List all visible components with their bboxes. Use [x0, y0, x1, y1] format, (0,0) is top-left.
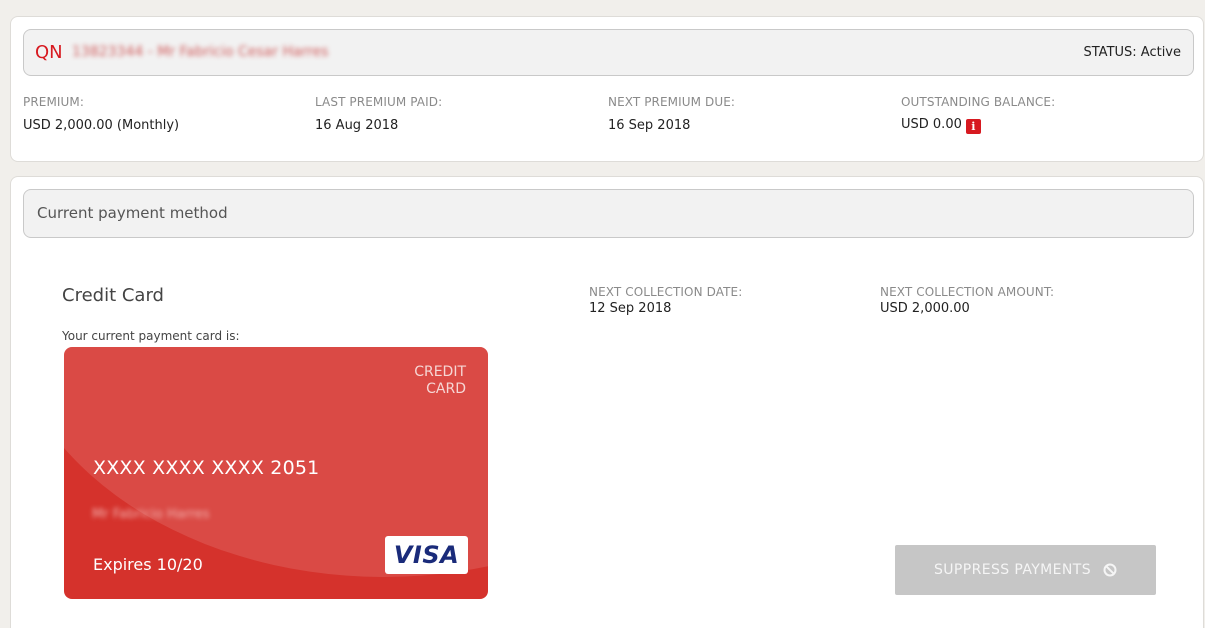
policy-number-redacted: 13823344 - Mr Fabricio Cesar Harres [72, 44, 329, 60]
payment-method-panel: Current payment method Credit Card Your … [10, 176, 1204, 628]
card-intro-text: Your current payment card is: [62, 329, 240, 343]
next-premium-due-value: 16 Sep 2018 [608, 118, 691, 133]
suppress-payments-label: SUPPRESS PAYMENTS [933, 562, 1092, 578]
payment-method-title: Current payment method [37, 204, 228, 222]
next-collection-date-label: NEXT COLLECTION DATE: [589, 285, 743, 299]
credit-card-graphic: CREDIT CARD XXXX XXXX XXXX 2051 Mr Fabri… [64, 347, 488, 599]
premium-value: USD 2,000.00 (Monthly) [23, 118, 180, 133]
last-premium-paid-value: 16 Aug 2018 [315, 118, 399, 133]
card-holder-redacted: Mr Fabricio Harres [92, 507, 210, 522]
next-premium-due-label: NEXT PREMIUM DUE: [608, 95, 736, 109]
card-type-line1: CREDIT [414, 364, 466, 380]
policy-header-bar: QN 13823344 - Mr Fabricio Cesar Harres S… [23, 29, 1194, 76]
suppress-payments-button[interactable]: SUPPRESS PAYMENTS [895, 545, 1156, 595]
card-expiry: Expires 10/20 [93, 555, 203, 574]
card-number: XXXX XXXX XXXX 2051 [93, 457, 320, 479]
policy-number-prefix: QN [35, 42, 63, 63]
outstanding-balance-row: USD 0.00 i [901, 117, 981, 134]
payment-method-bar: Current payment method [23, 189, 1194, 238]
next-collection-amount-value: USD 2,000.00 [880, 301, 970, 316]
card-type-line2: CARD [426, 381, 466, 397]
last-premium-paid-label: LAST PREMIUM PAID: [315, 95, 443, 109]
premium-label: PREMIUM: [23, 95, 85, 109]
policy-summary-panel: QN 13823344 - Mr Fabricio Cesar Harres S… [10, 16, 1204, 162]
outstanding-balance-label: OUTSTANDING BALANCE: [901, 95, 1056, 109]
policy-status: STATUS: Active [1083, 45, 1182, 60]
next-collection-date-value: 12 Sep 2018 [589, 301, 672, 316]
visa-logo-icon: VISA [385, 536, 468, 574]
ban-icon [1103, 563, 1117, 577]
card-type-label: CREDIT CARD [346, 364, 466, 398]
payment-type-title: Credit Card [62, 285, 164, 306]
info-icon[interactable]: i [965, 119, 981, 134]
outstanding-balance-value: USD 0.00 [901, 117, 962, 132]
next-collection-amount-label: NEXT COLLECTION AMOUNT: [880, 285, 1055, 299]
